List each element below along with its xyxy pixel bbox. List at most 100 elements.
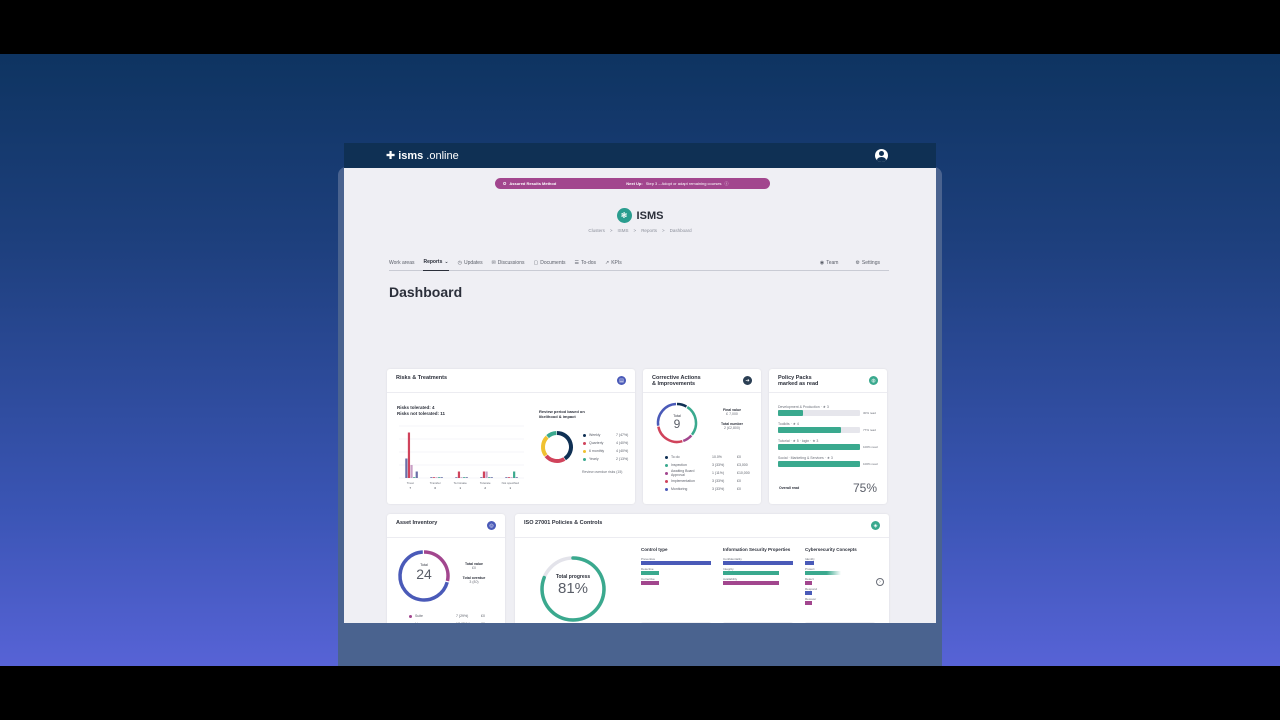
bar-6-monthly[interactable] — [485, 471, 488, 479]
bar-yearly[interactable] — [438, 477, 441, 478]
iso-bar-fill[interactable] — [805, 591, 813, 595]
breadcrumb-item[interactable]: ISMS — [618, 228, 629, 233]
legend-dot — [409, 614, 412, 618]
iso-bar-fill[interactable] — [723, 561, 793, 565]
legend-row: Weekly 7 (47%) — [583, 431, 631, 439]
bar-quarterly[interactable] — [507, 477, 511, 478]
legend-label: Inspection — [671, 463, 687, 467]
iso-column-title: Information Security Properties — [723, 547, 791, 552]
iso-bar-fill[interactable] — [641, 571, 659, 575]
calendar-icon[interactable]: ▤ — [617, 376, 626, 385]
legend-dot — [583, 433, 586, 437]
ring-segment[interactable] — [544, 454, 566, 463]
breadcrumb-item[interactable]: Dashboard — [670, 228, 692, 233]
bar-quarterly[interactable] — [482, 471, 486, 479]
bar-6-monthly[interactable] — [460, 477, 463, 478]
policy-bar-fill[interactable] — [778, 461, 860, 467]
legend-row: Suite 7 (29%) £0 — [409, 612, 499, 620]
bar-weekly[interactable] — [480, 477, 483, 478]
legend-row: Yearly 2 (13%) — [583, 455, 631, 463]
bar-weekly[interactable] — [455, 477, 458, 478]
iso-bar-fill[interactable] — [723, 571, 779, 575]
iso-columns: Control type Preventive Detective Correctiv… — [641, 547, 875, 623]
bar-6-monthly[interactable] — [435, 477, 438, 478]
bar-yearly[interactable] — [513, 471, 516, 479]
iso-bar-fill[interactable] — [723, 581, 779, 585]
bar-other[interactable] — [490, 477, 493, 478]
bar-yearly[interactable] — [463, 477, 466, 478]
iso-bar-fill[interactable] — [805, 571, 841, 575]
iso-bar-fill[interactable] — [805, 581, 813, 585]
nav-tab-to-dos[interactable]: ☰ To-dos — [575, 255, 597, 271]
bar-6-monthly[interactable] — [510, 477, 513, 478]
nav-settings[interactable]: ⚙ Settings — [855, 255, 880, 271]
legend-val: £0 — [737, 455, 741, 459]
policy-bar-row: 100% read — [778, 461, 880, 467]
bar-count: 1 — [509, 486, 511, 490]
bar-yearly[interactable] — [413, 477, 416, 478]
bar-weekly[interactable] — [430, 477, 433, 478]
iso-bar-fill[interactable] — [805, 561, 814, 565]
bar-6-monthly[interactable] — [410, 465, 413, 478]
policy-bar-percent: 77% read — [863, 428, 876, 432]
ring-segment[interactable] — [546, 431, 557, 439]
page-title: Dashboard — [389, 284, 463, 300]
corrective-stats: Final value £ 7,000 Total number 2 (£2,8… — [717, 408, 747, 430]
shield-icon[interactable]: ◈ — [871, 521, 880, 530]
top-bar: ✚ isms .online — [344, 143, 936, 168]
ring-segment[interactable] — [682, 434, 693, 443]
iso-bar-track — [641, 581, 711, 585]
legend-row: Awaiting Board Approval 1 (11%) £10,000 — [665, 469, 755, 477]
bar-quarterly[interactable] — [432, 477, 436, 478]
progress-banner[interactable]: ✪ Assured Results Method Next Up: Step 3… — [495, 178, 770, 189]
nav-tab-work-areas[interactable]: Work areas — [389, 255, 414, 271]
iso-bar-fill[interactable] — [805, 601, 813, 605]
overall-read-label: Overall read — [779, 486, 800, 490]
bar-quarterly[interactable] — [407, 432, 411, 479]
database-icon[interactable]: ◎ — [487, 521, 496, 530]
legend-dot — [665, 479, 668, 483]
legend-value: 4 (40%) — [616, 441, 629, 445]
brand-logo[interactable]: ✚ isms .online — [386, 149, 459, 163]
bar-weekly[interactable] — [505, 477, 508, 478]
bar-quarterly[interactable] — [457, 471, 461, 479]
policy-bar-fill[interactable] — [778, 444, 860, 450]
nav-tab-reports[interactable]: Reports ⌄ — [423, 255, 449, 271]
ring-segment[interactable] — [541, 435, 549, 457]
letterbox-top — [0, 0, 1280, 54]
ring-segment[interactable] — [556, 431, 573, 461]
nav-tab-updates[interactable]: ◷ Updates — [458, 255, 483, 271]
bar-other[interactable] — [515, 477, 518, 478]
ring-segment[interactable] — [676, 402, 688, 408]
policy-bar-item: Social · Marketing & Services · ★ 3 100% … — [778, 456, 880, 467]
iso-bar-fill[interactable] — [641, 581, 659, 585]
legend-dot — [583, 441, 586, 445]
breadcrumb-item[interactable]: Reports — [641, 228, 657, 233]
chevron-right-icon[interactable]: › — [876, 578, 884, 586]
bar-other[interactable] — [465, 477, 468, 478]
bar-other[interactable] — [440, 477, 443, 478]
bar-other[interactable] — [415, 471, 418, 479]
nav-tab-discussions[interactable]: ✉ Discussions — [492, 255, 525, 271]
bar-yearly[interactable] — [488, 477, 491, 478]
policy-bar-fill[interactable] — [778, 410, 803, 416]
legend-label: Weekly — [589, 433, 601, 437]
asset-total: Total 24 — [397, 563, 451, 581]
breadcrumb-item[interactable]: Clusters — [588, 228, 605, 233]
nav-tab-kpis[interactable]: ↗ KPIs — [605, 255, 622, 271]
nav-team[interactable]: ◉ Team — [820, 255, 839, 271]
iso-card-title: ISO 27001 Policies & Controls — [524, 520, 603, 526]
iso-bar-fill[interactable] — [641, 561, 711, 565]
iso-bar-track — [805, 571, 841, 575]
book-icon[interactable]: ◍ — [869, 376, 878, 385]
policy-bar-label: Social · Marketing & Services · ★ 3 — [778, 456, 833, 460]
legend-value: 7 (47%) — [616, 433, 629, 437]
user-avatar-icon[interactable] — [875, 149, 888, 162]
risks-card-header: Risks & Treatments ▤ — [387, 369, 635, 393]
info-icon[interactable]: ⓘ — [725, 181, 729, 187]
review-overdue-link[interactable]: Review overdue risks (15) — [582, 470, 622, 474]
bar-weekly[interactable] — [405, 458, 408, 479]
policy-bar-fill[interactable] — [778, 427, 842, 433]
nav-tab-documents[interactable]: ▢ Documents — [533, 255, 565, 271]
arrow-icon[interactable]: ➜ — [743, 376, 752, 385]
